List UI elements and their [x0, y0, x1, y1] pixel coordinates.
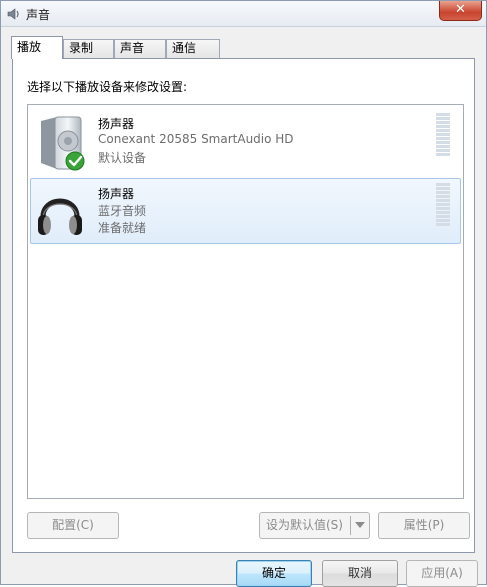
tab-playback[interactable]: 播放: [11, 36, 63, 59]
device-item-speakers-bluetooth[interactable]: 扬声器 蓝牙音频 准备就绪: [30, 178, 461, 244]
device-description: Conexant 20585 SmartAudio HD: [98, 132, 294, 146]
tab-sounds[interactable]: 声音: [114, 39, 166, 58]
properties-button[interactable]: 属性(P): [378, 512, 470, 539]
split-divider: [350, 516, 351, 535]
tab-communications[interactable]: 通信: [166, 39, 220, 58]
device-name: 扬声器: [98, 117, 135, 131]
configure-button[interactable]: 配置(C): [27, 512, 119, 539]
headphones-icon: [38, 198, 82, 235]
speaker-icon: [7, 8, 19, 20]
device-list: 扬声器 Conexant 20585 SmartAudio HD 默认设备 扬声…: [27, 104, 464, 499]
chevron-down-icon[interactable]: [355, 522, 365, 528]
default-check-icon: [65, 151, 85, 171]
device-name: 扬声器: [98, 187, 135, 201]
cancel-button[interactable]: 取消: [322, 560, 398, 587]
device-item-speakers-conexant[interactable]: 扬声器 Conexant 20585 SmartAudio HD 默认设备: [30, 108, 461, 174]
ok-button[interactable]: 确定: [236, 560, 312, 587]
set-default-button[interactable]: 设为默认值(S): [259, 512, 370, 539]
device-description: 蓝牙音频: [98, 204, 147, 218]
window-title: 声音: [26, 8, 51, 22]
title-bar[interactable]: 声音 ✕: [1, 1, 486, 27]
volume-meter: [436, 183, 450, 227]
sound-dialog: 声音 ✕ 播放 录制 声音 通信 选择以下播放设备来修改设置: 扬声器 Cone…: [0, 0, 487, 587]
device-status: 准备就绪: [98, 221, 147, 235]
panel-instruction: 选择以下播放设备来修改设置:: [27, 80, 188, 94]
speaker-icon: [41, 116, 85, 171]
tab-recording[interactable]: 录制: [63, 39, 114, 58]
close-button[interactable]: ✕: [439, 1, 482, 21]
set-default-label: 设为默认值(S): [266, 518, 343, 532]
apply-button[interactable]: 应用(A): [406, 560, 478, 587]
volume-meter: [436, 113, 450, 157]
playback-panel: 选择以下播放设备来修改设置: 扬声器 Conexant 20585 SmartA…: [12, 58, 475, 553]
device-status: 默认设备: [98, 151, 147, 165]
